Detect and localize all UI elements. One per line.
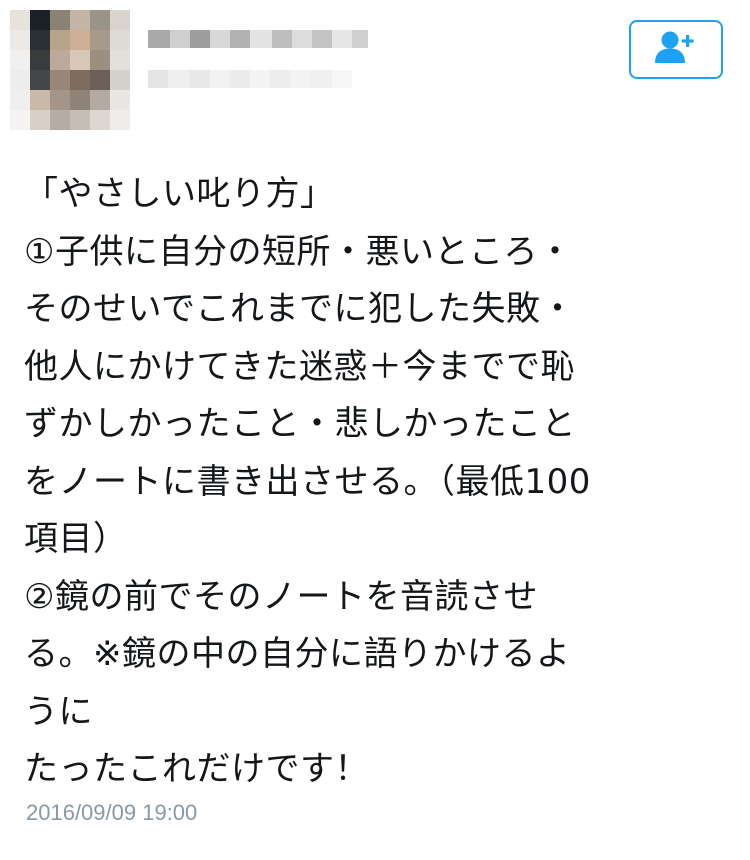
blurred-name-block [168,70,190,88]
avatar-pixel [110,110,130,130]
avatar-pixel [110,90,130,110]
blurred-name-block [270,70,290,88]
avatar-pixel [90,90,110,110]
avatar-pixel [70,30,90,50]
blurred-name-block [352,30,368,48]
avatar-pixel [90,50,110,70]
avatar-pixel [50,70,70,90]
avatar-pixel [50,50,70,70]
avatar-pixel [50,30,70,50]
blurred-name-block [312,30,332,48]
blurred-name-block [250,30,272,48]
blurred-name-block [190,70,210,88]
avatar-pixel [110,10,130,30]
avatar-pixel [70,90,90,110]
blurred-display-name[interactable] [148,30,368,108]
avatar-pixel [10,30,30,50]
blurred-name-block [310,70,332,88]
avatar-pixel [70,50,90,70]
avatar-pixel [10,90,30,110]
avatar-pixel [30,90,50,110]
tweet-line: をノートに書き出させる。（最低100 [24,461,591,502]
avatar-pixel [50,10,70,30]
avatar-pixel [10,70,30,90]
avatar-pixel [70,70,90,90]
avatar-pixel [90,10,110,30]
tweet-text: 「やさしい叱り方」 ①子供に自分の短所・悪いところ・ そのせいでこれまでに犯した… [24,166,734,799]
tweet-line: たったこれだけです！ [24,749,369,789]
add-user-icon [653,30,699,70]
blurred-name-block [292,30,312,48]
tweet-line: ずかしかったこと・悲しかったこと [24,404,576,444]
tweet-line: 項目） [24,519,128,559]
tweet-line: うに [24,691,93,732]
tweet-line: ①子供に自分の短所・悪いところ・ [24,231,573,272]
avatar-pixel [110,70,130,90]
avatar-pixel [10,10,30,30]
tweet-timestamp[interactable]: 2016/09/09 19:00 [26,800,197,826]
blurred-name-block [290,70,310,88]
tweet-line: 他人にかけてきた迷惑＋今までで恥 [24,346,575,387]
tweet-line: ②鏡の前でそのノートを音読させ [24,576,538,617]
tweet-line: る。※鏡の中の自分に語りかけるよ [24,634,571,674]
avatar-pixel [30,110,50,130]
tweet-line: 「やさしい叱り方」 [24,174,335,214]
blurred-name-block [148,30,170,48]
avatar-pixel [30,30,50,50]
avatar-pixel [30,10,50,30]
blurred-name-block [148,70,168,88]
blurred-name-block [190,30,210,48]
blurred-name-block [210,70,230,88]
avatar-pixel [10,110,30,130]
blurred-name-block [170,30,190,48]
avatar-pixel [50,90,70,110]
blurred-name-block [332,30,352,48]
avatar-pixel [110,30,130,50]
avatar-pixel [50,110,70,130]
blurred-name-block [332,70,352,88]
follow-button[interactable] [629,20,723,79]
avatar-pixel [30,50,50,70]
avatar-pixel [30,70,50,90]
blurred-name-block [230,30,250,48]
avatar-pixel [90,30,110,50]
blurred-name-block [272,30,292,48]
blurred-name-block [230,70,250,88]
avatar-pixel [90,110,110,130]
avatar-pixel [10,50,30,70]
tweet-line: そのせいでこれまでに犯した失敗・ [24,289,575,329]
avatar-pixel [110,50,130,70]
blurred-name-block [210,30,230,48]
avatar-pixel [70,110,90,130]
avatar-pixel [90,70,110,90]
blurred-name-block [250,70,270,88]
avatar[interactable] [10,10,130,130]
avatar-pixel [70,10,90,30]
